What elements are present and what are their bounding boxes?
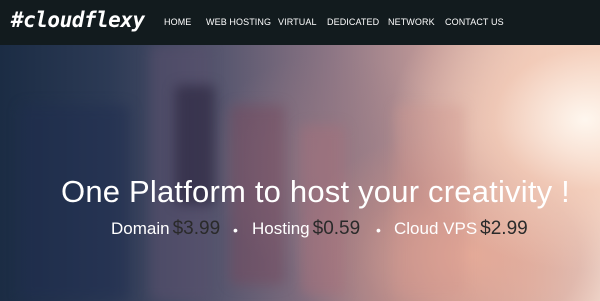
site-logo[interactable]: #cloudflexy (11, 8, 145, 32)
price-value: $2.99 (480, 218, 528, 239)
price-separator: • (376, 222, 381, 238)
nav-item-web-hosting[interactable]: WEB HOSTING (206, 17, 271, 27)
nav-item-network[interactable]: NETWORK (388, 17, 435, 27)
top-navbar: #cloudflexy HOME WEB HOSTING VIRTUAL DED… (0, 0, 600, 45)
price-label: Cloud VPS (394, 219, 478, 238)
hero-banner: One Platform to host your creativity ! D… (0, 45, 600, 301)
nav-item-virtual[interactable]: VIRTUAL (278, 17, 317, 27)
nav-item-dedicated[interactable]: DEDICATED (327, 17, 379, 27)
hero-background-blur (300, 125, 345, 295)
price-item-hosting[interactable]: Hosting $0.59 (252, 218, 360, 240)
hero-headline: One Platform to host your creativity ! (61, 173, 570, 209)
price-label: Hosting (252, 219, 310, 238)
price-separator: • (233, 222, 238, 238)
nav-item-home[interactable]: HOME (164, 17, 191, 27)
price-value: $3.99 (172, 218, 221, 239)
price-value: $0.59 (312, 218, 361, 239)
price-item-domain[interactable]: Domain $3.99 (111, 218, 220, 240)
price-label: Domain (111, 219, 170, 238)
page: #cloudflexy HOME WEB HOSTING VIRTUAL DED… (0, 0, 600, 301)
nav-item-contact-us[interactable]: CONTACT US (445, 17, 504, 27)
price-item-cloud-vps[interactable]: Cloud VPS $2.99 (394, 218, 528, 240)
